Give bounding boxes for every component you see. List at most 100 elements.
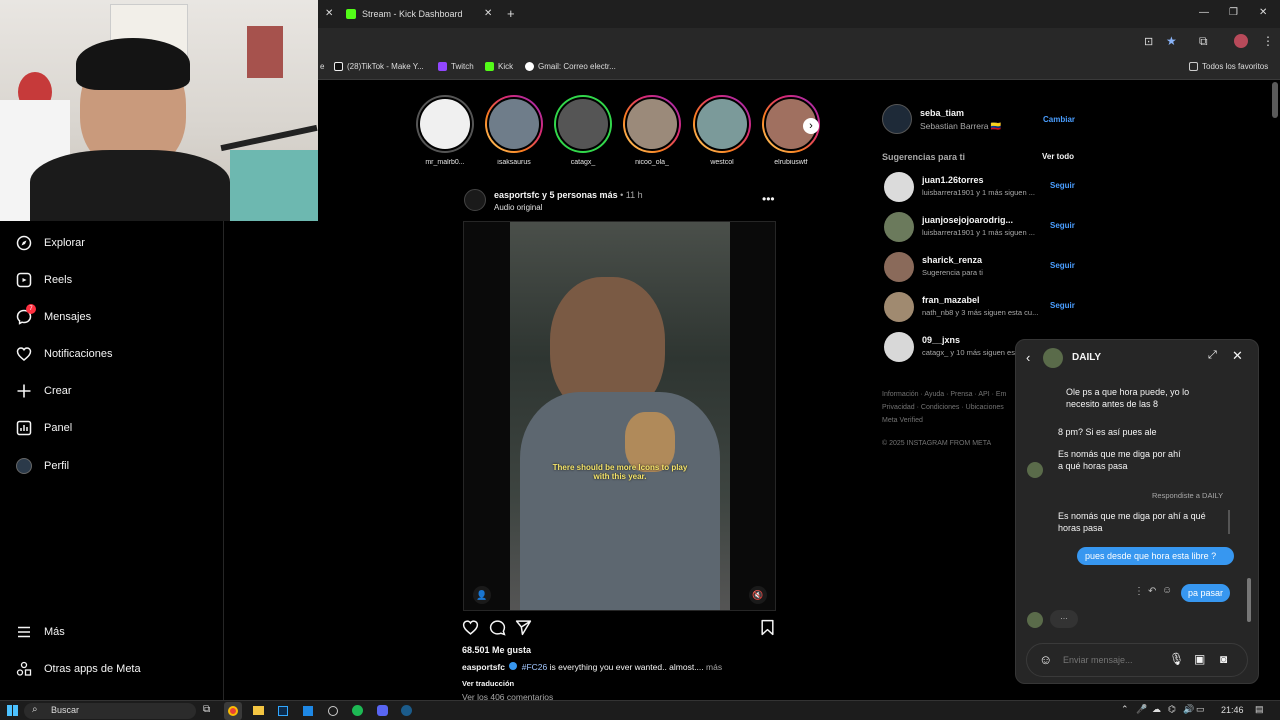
chat-avatar[interactable]: [1043, 348, 1063, 368]
message-out[interactable]: pues desde que hora esta libre ?: [1077, 547, 1234, 565]
photoshop-icon[interactable]: [278, 706, 288, 716]
suggestion-avatar[interactable]: [884, 292, 914, 322]
reel-video[interactable]: There should be more Icons to play with …: [510, 222, 730, 610]
install-icon[interactable]: ⊡: [1144, 35, 1153, 48]
message-input[interactable]: [1063, 652, 1143, 668]
react-icon[interactable]: ☺: [1162, 585, 1172, 596]
bookmark-star-icon[interactable]: ★: [1166, 34, 1177, 48]
post-author[interactable]: easportsfc: [494, 190, 540, 200]
more-options-icon[interactable]: •••: [762, 192, 775, 206]
story-item[interactable]: westcol: [692, 95, 752, 166]
tab-kick-dashboard[interactable]: Stream - Kick Dashboard: [346, 4, 496, 24]
switch-account-link[interactable]: Cambiar: [1043, 115, 1075, 124]
message-in[interactable]: 8 pm? Si es así pues ale: [1050, 426, 1220, 438]
sidebar-item-perfil[interactable]: Perfil: [16, 458, 69, 474]
menu-icon[interactable]: ⋮: [1262, 34, 1274, 48]
likes-count[interactable]: 68.501 Me gusta: [462, 645, 531, 655]
story-item[interactable]: isaksaurus: [484, 95, 544, 166]
profile-avatar[interactable]: [882, 104, 912, 134]
sidebar-item-notificaciones[interactable]: Notificaciones: [16, 346, 112, 362]
footer-links[interactable]: Meta Verified: [882, 417, 923, 424]
explorer-icon[interactable]: [253, 706, 264, 715]
caption-username[interactable]: easportsfc: [462, 662, 505, 672]
tray-wifi-icon[interactable]: ⌬: [1168, 704, 1176, 715]
post-coauthors[interactable]: y 5 personas más: [540, 190, 618, 200]
caption-hashtag[interactable]: #FC26: [522, 662, 548, 672]
app-icon[interactable]: [328, 706, 338, 716]
bookmark-item[interactable]: e: [320, 62, 324, 71]
follow-button[interactable]: Seguir: [1050, 301, 1075, 310]
footer-links[interactable]: Información · Ayuda · Prensa · API · Em: [882, 391, 1006, 398]
microphone-icon[interactable]: 🎙: [1169, 652, 1184, 666]
tray-chevron-icon[interactable]: ⌃: [1121, 704, 1129, 715]
bookmark-kick[interactable]: Kick: [485, 62, 513, 71]
sidebar-item-mas[interactable]: Más: [16, 624, 65, 640]
chrome-taskbar-icon[interactable]: [224, 702, 242, 720]
sidebar-item-mensajes[interactable]: 7 Mensajes: [16, 304, 91, 325]
footer-links[interactable]: Privacidad · Condiciones · Ubicaciones: [882, 404, 1004, 411]
translate-link[interactable]: Ver traducción: [462, 679, 514, 688]
sidebar-item-meta-apps[interactable]: Otras apps de Meta: [16, 661, 141, 677]
follow-button[interactable]: Seguir: [1050, 261, 1075, 270]
task-view-icon[interactable]: ⧉: [203, 704, 210, 715]
windows-start-icon[interactable]: [7, 705, 18, 716]
back-icon[interactable]: ‹: [1026, 350, 1030, 365]
share-icon[interactable]: [515, 619, 532, 641]
reply-icon[interactable]: ↶: [1148, 586, 1156, 597]
chat-scrollbar[interactable]: [1247, 578, 1251, 622]
suggestion-avatar[interactable]: [884, 212, 914, 242]
message-more-icon[interactable]: ⋮: [1134, 586, 1144, 597]
spotify-icon[interactable]: [352, 705, 363, 716]
close-window-icon[interactable]: ✕: [1259, 7, 1267, 18]
story-item[interactable]: nicoo_ola_: [622, 95, 682, 166]
profile-username[interactable]: seba_tiam: [920, 108, 964, 118]
all-bookmarks[interactable]: Todos los favoritos: [1189, 62, 1268, 71]
tray-mic-icon[interactable]: 🎤: [1136, 704, 1147, 715]
expand-icon[interactable]: ⤢: [1208, 349, 1217, 362]
message-out[interactable]: pa pasar: [1181, 584, 1231, 602]
vscode-icon[interactable]: [303, 706, 313, 716]
like-icon[interactable]: [462, 619, 479, 641]
story-item[interactable]: mr_malrb0...: [415, 95, 475, 166]
bookmark-twitch[interactable]: Twitch: [438, 62, 474, 71]
tray-volume-icon[interactable]: 🔊: [1183, 704, 1194, 715]
follow-button[interactable]: Seguir: [1050, 221, 1075, 230]
follow-button[interactable]: Seguir: [1050, 181, 1075, 190]
message-in[interactable]: Ole ps a que hora puede, yo lo necesito …: [1058, 383, 1228, 413]
post-audio[interactable]: Audio original: [494, 203, 542, 212]
emoji-icon[interactable]: ☺: [1039, 652, 1052, 667]
clock[interactable]: 21:46: [1221, 705, 1244, 715]
minimize-icon[interactable]: —: [1199, 7, 1209, 18]
comment-icon[interactable]: [489, 619, 506, 641]
tray-network-icon[interactable]: ☁: [1152, 704, 1161, 715]
chat-title[interactable]: DAILY: [1072, 352, 1101, 363]
steam-icon[interactable]: [401, 705, 412, 716]
extensions-icon[interactable]: ⧉: [1199, 34, 1208, 49]
post-author-avatar[interactable]: [464, 189, 486, 211]
profile-avatar[interactable]: [1234, 34, 1248, 48]
suggestion-avatar[interactable]: [884, 172, 914, 202]
sidebar-item-crear[interactable]: Crear: [16, 383, 72, 399]
bookmark-gmail[interactable]: Gmail: Correo electr...: [525, 62, 616, 71]
page-scrollbar[interactable]: [1272, 82, 1278, 118]
caption-more[interactable]: más: [704, 662, 722, 672]
mute-icon[interactable]: 🔇: [749, 586, 767, 604]
sidebar-item-reels[interactable]: Reels: [16, 272, 72, 288]
close-tab-icon[interactable]: ✕: [325, 8, 333, 19]
bookmark-tiktok[interactable]: (28)TikTok - Make Y...: [334, 62, 424, 71]
sidebar-item-panel[interactable]: Panel: [16, 420, 72, 436]
new-tab-button[interactable]: +: [507, 6, 515, 21]
message-in[interactable]: Es nomás que me diga por ahí a qué horas…: [1050, 448, 1190, 472]
user-tag-icon[interactable]: 👤: [473, 586, 491, 604]
suggestion-avatar[interactable]: [884, 332, 914, 362]
close-chat-icon[interactable]: ✕: [1232, 348, 1243, 364]
quoted-message[interactable]: Es nomás que me diga por ahí a qué horas…: [1050, 510, 1230, 534]
discord-icon[interactable]: [377, 705, 388, 716]
save-icon[interactable]: [760, 619, 775, 641]
sidebar-item-explorar[interactable]: Explorar: [16, 235, 85, 251]
stories-next-icon[interactable]: ›: [803, 118, 819, 134]
story-item[interactable]: catagx_: [553, 95, 613, 166]
post-media[interactable]: There should be more Icons to play with …: [463, 221, 776, 611]
image-icon[interactable]: ▣: [1194, 652, 1205, 666]
restore-icon[interactable]: ❐: [1229, 7, 1238, 18]
